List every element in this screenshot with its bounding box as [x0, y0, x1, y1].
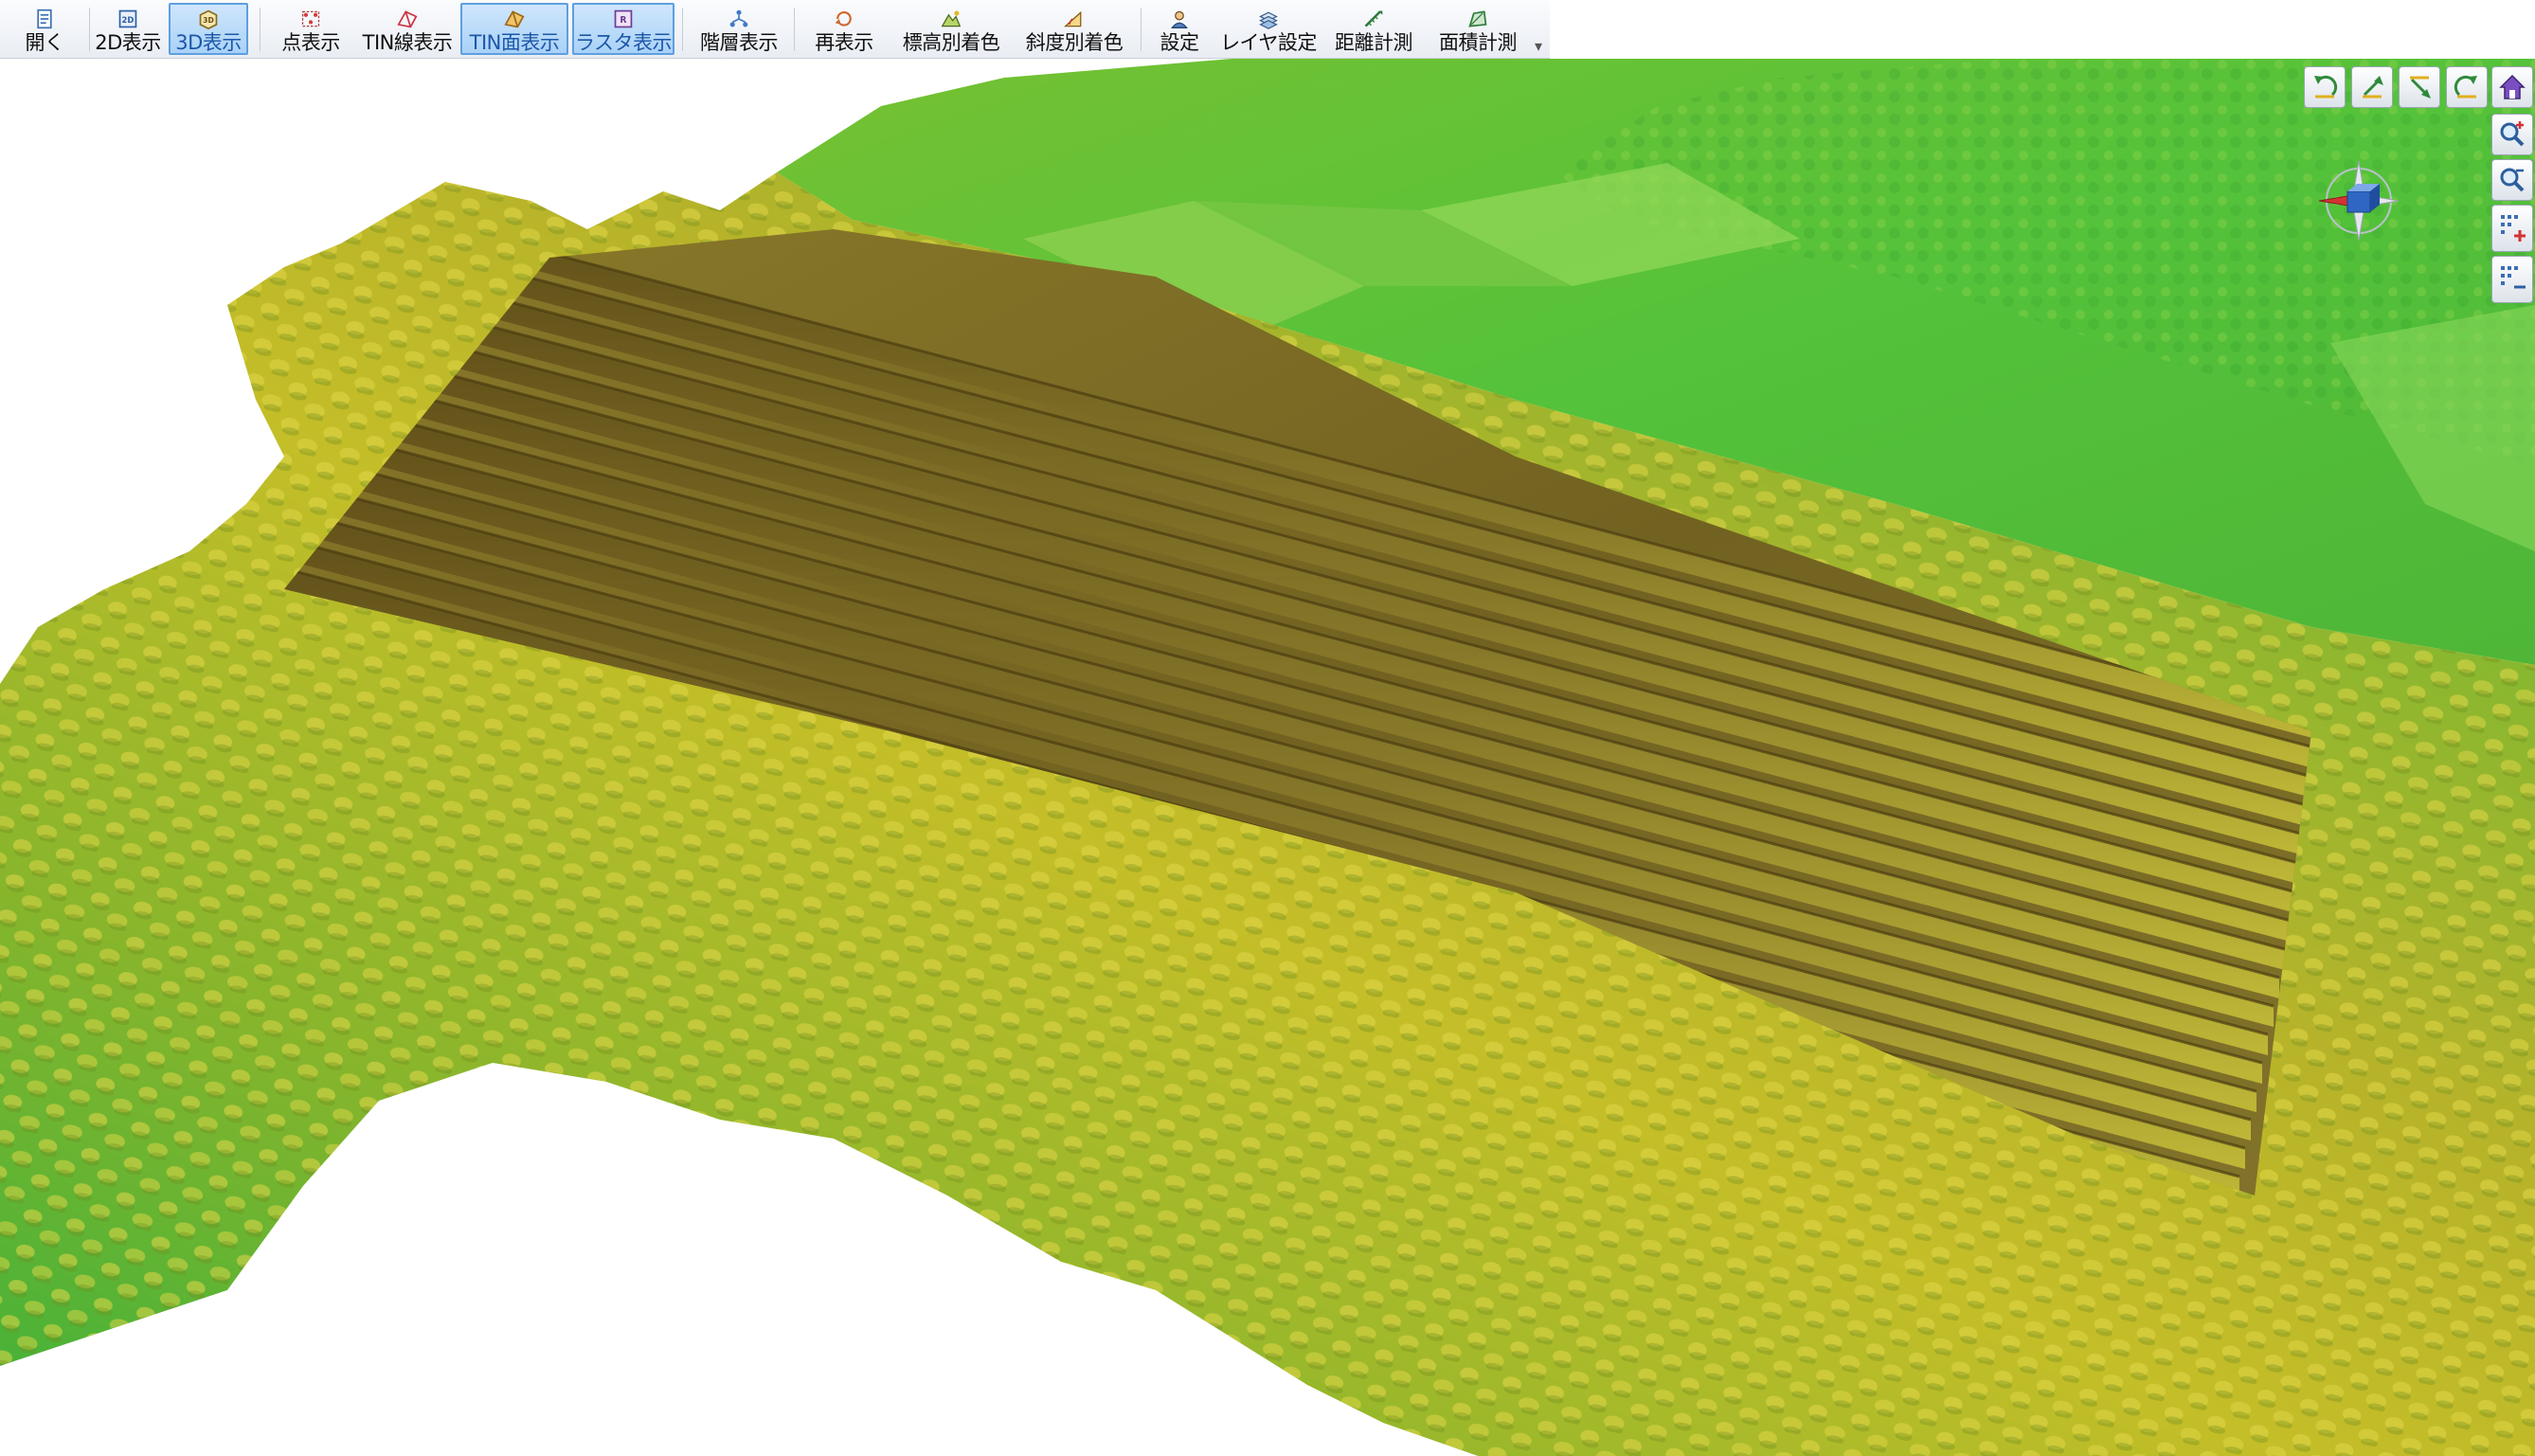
height-exaggerate-up-button[interactable] — [2491, 205, 2533, 252]
svg-text:3D: 3D — [203, 16, 214, 25]
layers-button[interactable]: 階層表示 — [695, 3, 782, 55]
toolbar-separator — [89, 8, 90, 51]
toolbar: 開く 2D 2D表示 3D 3D表示 点表示 TIN線表示 TIN面表示 R ラ… — [0, 0, 1550, 59]
rotate-right-button[interactable] — [2446, 66, 2488, 108]
zoom-in-button[interactable] — [2491, 114, 2533, 155]
layer-settings-button[interactable]: レイヤ設定 — [1216, 3, 1321, 55]
tin-faces-button[interactable]: TIN面表示 — [460, 3, 568, 55]
rotate-right-icon — [2454, 75, 2477, 99]
area-button[interactable]: 面積計測 — [1429, 3, 1527, 55]
height-down-icon — [2501, 266, 2526, 289]
redraw-button[interactable]: 再表示 — [807, 3, 881, 55]
chevron-down-icon: ▾ — [1534, 37, 1543, 55]
tin-lines-button[interactable]: TIN線表示 — [358, 3, 457, 55]
redraw-label: 再表示 — [815, 31, 873, 54]
height-up-icon — [2501, 215, 2526, 242]
slope-color-label: 斜度別着色 — [1025, 31, 1124, 54]
compass-icon[interactable] — [2311, 153, 2406, 248]
elevation-color-label: 標高別着色 — [902, 31, 1000, 54]
toolbar-separator — [794, 8, 795, 51]
view-2d-label: 2D表示 — [95, 31, 161, 54]
toolbar-overflow-button[interactable]: ▾ — [1527, 0, 1550, 59]
settings-button[interactable]: 設定 — [1150, 3, 1209, 55]
tin-lines-label: TIN線表示 — [362, 31, 453, 54]
zoom-out-button[interactable] — [2491, 159, 2533, 201]
zoom-out-icon — [2500, 168, 2525, 192]
elevation-color-icon — [941, 10, 962, 27]
points-icon — [301, 10, 320, 27]
tin-lines-icon — [397, 10, 418, 28]
3d-terrain-viewport[interactable] — [0, 59, 2535, 1456]
toolbar-separator — [682, 8, 683, 51]
open-label: 開く — [25, 31, 65, 54]
tilt-up-icon — [2363, 76, 2383, 99]
open-button[interactable]: 開く — [8, 3, 81, 55]
home-button[interactable] — [2491, 66, 2533, 108]
area-measure-icon — [1468, 10, 1487, 27]
toolbar-separator — [260, 8, 261, 51]
redraw-icon — [835, 10, 852, 27]
svg-text:R: R — [620, 15, 626, 26]
layer-settings-label: レイヤ設定 — [1220, 31, 1317, 54]
distance-label: 距離計測 — [1335, 31, 1413, 54]
tin-faces-icon — [504, 10, 525, 28]
points-button[interactable]: 点表示 — [273, 3, 349, 55]
zoom-in-icon — [2500, 121, 2525, 147]
tilt-down-button[interactable] — [2399, 66, 2440, 108]
toolbar-separator — [1141, 8, 1142, 51]
height-exaggerate-down-button[interactable] — [2491, 256, 2533, 303]
area-label: 面積計測 — [1439, 31, 1518, 54]
settings-label: 設定 — [1160, 31, 1200, 54]
open-icon — [37, 9, 52, 29]
terrain-surface — [0, 59, 2535, 1456]
layer-settings-icon — [1259, 11, 1278, 29]
home-icon — [2499, 74, 2526, 99]
svg-text:2D: 2D — [122, 15, 135, 25]
tilt-down-icon — [2410, 76, 2431, 99]
raster-icon: R — [614, 9, 633, 28]
slope-color-icon — [1064, 10, 1082, 27]
raster-button[interactable]: R ラスタ表示 — [572, 3, 674, 55]
rotate-left-icon — [2314, 75, 2338, 99]
layers-icon — [729, 9, 748, 27]
settings-icon — [1171, 10, 1188, 28]
slope-color-button[interactable]: 斜度別着色 — [1019, 3, 1129, 55]
view-3d-button[interactable]: 3D 3D表示 — [169, 3, 248, 55]
tin-faces-label: TIN面表示 — [469, 31, 560, 54]
raster-label: ラスタ表示 — [574, 31, 673, 54]
elevation-color-button[interactable]: 標高別着色 — [896, 3, 1006, 55]
points-label: 点表示 — [281, 31, 340, 54]
tilt-up-button[interactable] — [2351, 66, 2393, 108]
rotate-left-button[interactable] — [2304, 66, 2346, 108]
layers-label: 階層表示 — [700, 31, 779, 54]
2d-view-icon: 2D — [118, 9, 137, 28]
3d-view-icon: 3D — [199, 9, 218, 29]
view-3d-label: 3D表示 — [175, 31, 242, 54]
distance-button[interactable]: 距離計測 — [1326, 3, 1421, 55]
distance-ruler-icon — [1364, 10, 1383, 27]
view-2d-button[interactable]: 2D 2D表示 — [93, 3, 163, 55]
